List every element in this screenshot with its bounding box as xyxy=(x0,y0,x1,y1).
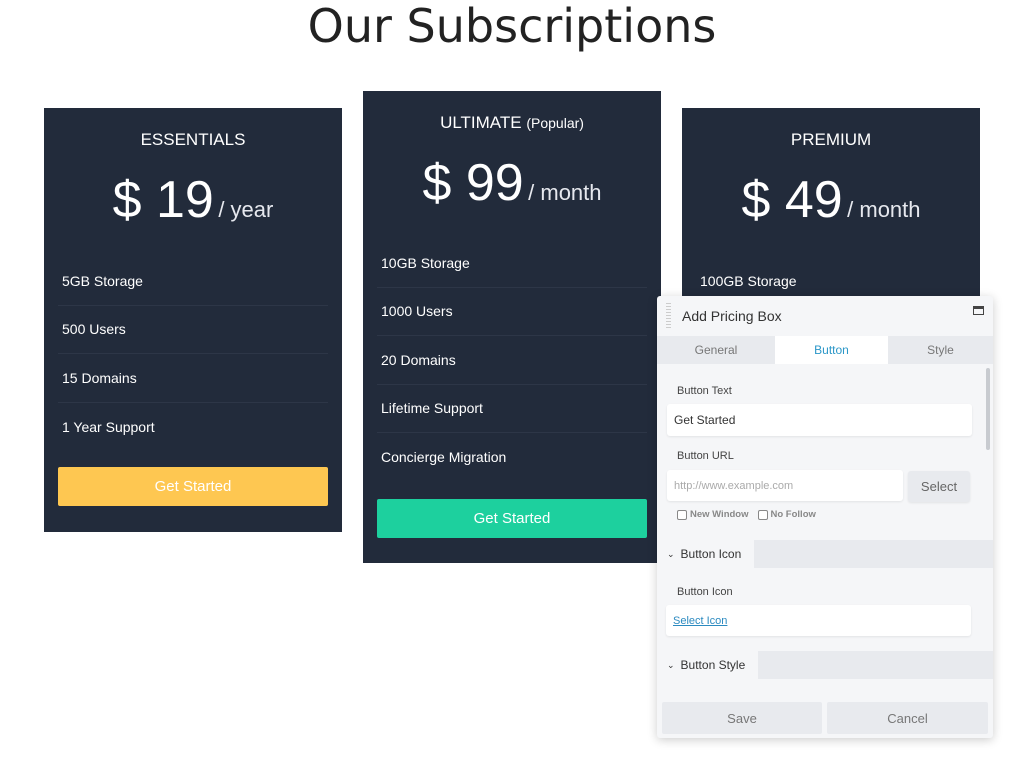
chevron-down-icon: ⌄ xyxy=(667,548,675,559)
tab-style[interactable]: Style xyxy=(888,336,993,364)
cancel-button[interactable]: Cancel xyxy=(827,702,988,734)
button-style-section-toggle[interactable]: ⌄ Button Style xyxy=(657,651,758,679)
select-icon-field: Select Icon xyxy=(666,605,971,636)
feature-item: 5GB Storage xyxy=(58,257,328,306)
tab-button[interactable]: Button xyxy=(775,336,888,364)
drag-handle-icon[interactable] xyxy=(666,303,671,329)
pricing-card-premium: PREMIUM $ 49 / month 100GB Storage xyxy=(682,108,980,308)
scrollbar[interactable] xyxy=(986,368,990,450)
button-icon-section: ⌄ Button Icon xyxy=(657,540,993,568)
chevron-down-icon: ⌄ xyxy=(667,659,675,670)
select-url-button[interactable]: Select xyxy=(908,471,970,502)
button-icon-section-toggle[interactable]: ⌄ Button Icon xyxy=(657,540,754,568)
feature-item: 15 Domains xyxy=(58,354,328,403)
save-button[interactable]: Save xyxy=(662,702,822,734)
get-started-button[interactable]: Get Started xyxy=(58,467,328,506)
button-icon-label: Button Icon xyxy=(677,586,733,598)
feature-item: Lifetime Support xyxy=(377,385,647,433)
button-style-section: ⌄ Button Style xyxy=(657,651,993,679)
button-url-label: Button URL xyxy=(677,450,734,462)
plan-name: PREMIUM xyxy=(790,130,872,149)
button-text-input[interactable]: Get Started xyxy=(667,404,972,436)
panel-title: Add Pricing Box xyxy=(682,308,782,324)
pricing-card-ultimate: ULTIMATE (Popular) $ 99 / month 10GB Sto… xyxy=(363,91,661,563)
maximize-icon[interactable] xyxy=(973,306,984,315)
plan-price: $ 49 / month xyxy=(741,171,921,229)
plan-price: $ 19 / year xyxy=(112,171,274,229)
plan-name: ESSENTIALS xyxy=(140,130,246,149)
button-text-label: Button Text xyxy=(677,385,732,397)
get-started-button[interactable]: Get Started xyxy=(377,499,647,538)
add-pricing-box-panel: Add Pricing Box General Button Style But… xyxy=(657,296,993,738)
select-icon-link[interactable]: Select Icon xyxy=(673,615,727,627)
page-title: Our Subscriptions xyxy=(307,0,717,53)
feature-item: 1000 Users xyxy=(377,288,647,336)
plan-name: ULTIMATE (Popular) xyxy=(440,113,584,132)
panel-header[interactable]: Add Pricing Box xyxy=(657,296,993,336)
feature-item: 10GB Storage xyxy=(377,239,647,288)
pricing-card-essentials: ESSENTIALS $ 19 / year 5GB Storage 500 U… xyxy=(44,108,342,532)
button-url-input[interactable]: http://www.example.com xyxy=(667,470,903,501)
panel-tabs: General Button Style xyxy=(657,336,993,364)
new-window-checkbox[interactable]: New Window xyxy=(677,509,749,520)
feature-item: 1 Year Support xyxy=(62,418,155,435)
plan-price: $ 99 / month xyxy=(422,154,602,212)
feature-item: 500 Users xyxy=(58,306,328,354)
feature-item: Concierge Migration xyxy=(381,449,507,466)
tab-general[interactable]: General xyxy=(657,336,775,364)
feature-item: 20 Domains xyxy=(377,336,647,385)
no-follow-checkbox[interactable]: No Follow xyxy=(757,509,816,520)
